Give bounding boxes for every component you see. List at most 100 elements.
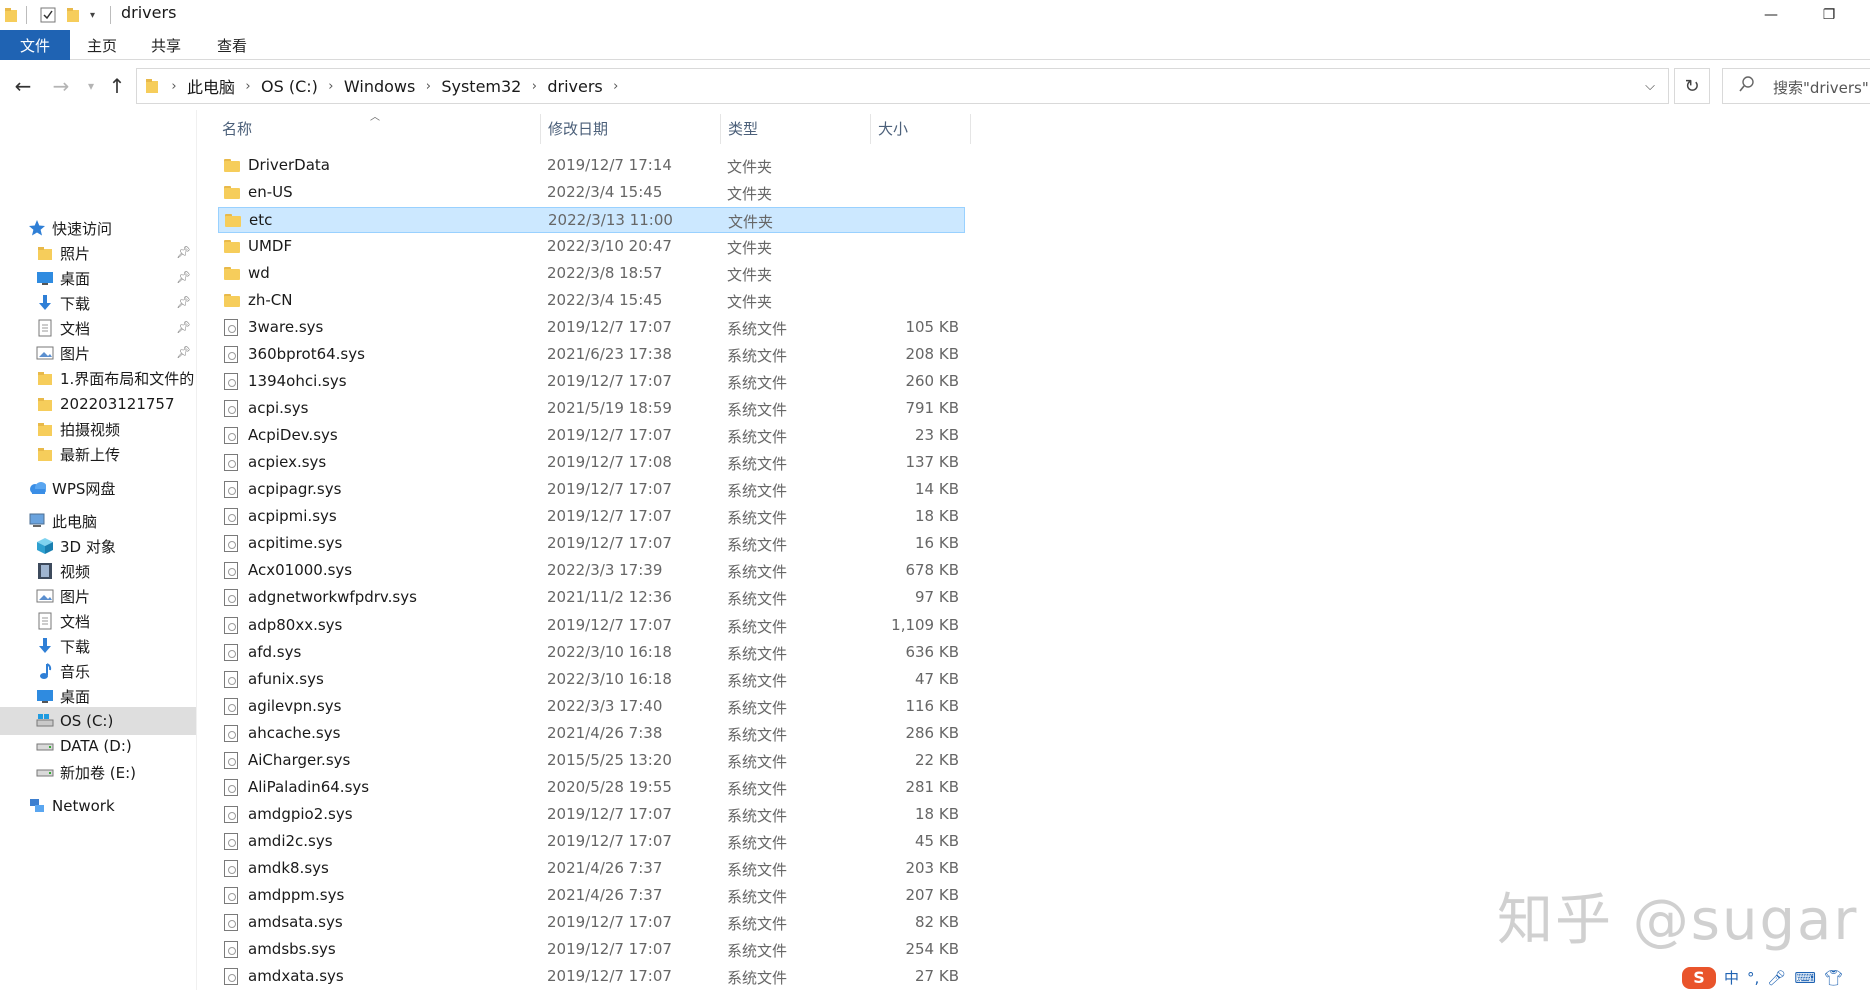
file-row[interactable]: amdppm.sys 2021/4/26 7:37 系统文件 207 KB: [218, 883, 965, 909]
file-row[interactable]: AcpiDev.sys 2019/12/7 17:07 系统文件 23 KB: [218, 423, 965, 449]
file-row[interactable]: en-US 2022/3/4 15:45 文件夹: [218, 180, 965, 206]
file-row[interactable]: acpiex.sys 2019/12/7 17:08 系统文件 137 KB: [218, 450, 965, 476]
file-row[interactable]: ahcache.sys 2021/4/26 7:38 系统文件 286 KB: [218, 721, 965, 747]
chevron-down-icon[interactable]: ⌵: [1632, 69, 1668, 103]
customize-toolbar-icon[interactable]: ▾: [90, 4, 95, 26]
file-row[interactable]: amdgpio2.sys 2019/12/7 17:07 系统文件 18 KB: [218, 802, 965, 828]
file-row[interactable]: acpipmi.sys 2019/12/7 17:07 系统文件 18 KB: [218, 504, 965, 530]
sidebar-item-20[interactable]: DATA (D:): [0, 732, 196, 760]
file-row[interactable]: afd.sys 2022/3/10 16:18 系统文件 636 KB: [218, 640, 965, 666]
sidebar-item-8[interactable]: 拍摄视频: [0, 415, 196, 443]
file-row[interactable]: amdi2c.sys 2019/12/7 17:07 系统文件 45 KB: [218, 829, 965, 855]
sidebar-item-18[interactable]: 桌面: [0, 682, 196, 710]
sidebar-item-3[interactable]: 下载 📌︎: [0, 289, 196, 317]
system-file-icon: [224, 698, 242, 716]
column-header-date[interactable]: 修改日期: [540, 110, 720, 146]
back-arrow-icon[interactable]: ←: [10, 73, 36, 99]
sidebar-item-11[interactable]: 此电脑: [0, 507, 196, 535]
up-arrow-icon[interactable]: ↑: [104, 73, 130, 99]
properties-icon[interactable]: [40, 4, 56, 26]
sidebar-item-6[interactable]: 1.界面布局和文件的: [0, 364, 196, 392]
sidebar-item-21[interactable]: 新加卷 (E:): [0, 758, 196, 786]
file-name: 360bprot64.sys: [248, 345, 365, 363]
sidebar-item-22[interactable]: Network: [0, 792, 196, 820]
file-row[interactable]: UMDF 2022/3/10 20:47 文件夹: [218, 234, 965, 260]
file-row[interactable]: Acx01000.sys 2022/3/3 17:39 系统文件 678 KB: [218, 558, 965, 584]
file-row[interactable]: amdxata.sys 2019/12/7 17:07 系统文件 27 KB: [218, 964, 965, 990]
column-header-name[interactable]: 名称: [214, 110, 540, 146]
file-row[interactable]: DriverData 2019/12/7 17:14 文件夹: [218, 153, 965, 179]
ime-mode[interactable]: 中: [1724, 967, 1739, 988]
refresh-icon[interactable]: ↻: [1674, 68, 1710, 104]
sidebar-item-12[interactable]: 3D 对象: [0, 532, 196, 560]
breadcrumb-system32[interactable]: System32: [441, 77, 521, 96]
microphone-icon[interactable]: 🎤︎: [1767, 969, 1786, 987]
file-row[interactable]: agilevpn.sys 2022/3/3 17:40 系统文件 116 KB: [218, 694, 965, 720]
file-date: 2021/4/26 7:37: [547, 886, 663, 904]
sidebar-item-7[interactable]: 202203121757: [0, 390, 196, 418]
sidebar-item-13[interactable]: 视频: [0, 557, 196, 585]
breadcrumb-windows[interactable]: Windows: [344, 77, 415, 96]
column-header-size[interactable]: 大小: [870, 110, 970, 146]
file-type: 系统文件: [727, 482, 788, 500]
file-row[interactable]: zh-CN 2022/3/4 15:45 文件夹: [218, 288, 965, 314]
file-row[interactable]: adgnetworkwfpdrv.sys 2021/11/2 12:36 系统文件 9…: [218, 585, 965, 611]
file-row[interactable]: 360bprot64.sys 2021/6/23 17:38 系统文件 208 KB: [218, 342, 965, 368]
recent-locations-icon[interactable]: ▾: [78, 73, 104, 99]
sidebar-item-9[interactable]: 最新上传: [0, 440, 196, 468]
file-row[interactable]: acpi.sys 2021/5/19 18:59 系统文件 791 KB: [218, 396, 965, 422]
file-row[interactable]: AliPaladin64.sys 2020/5/28 19:55 系统文件 281 K…: [218, 775, 965, 801]
file-row[interactable]: etc 2022/3/13 11:00 文件夹: [218, 207, 965, 233]
breadcrumb-this-pc[interactable]: 此电脑: [187, 74, 235, 98]
chevron-right-icon[interactable]: ›: [521, 79, 547, 94]
tab-file[interactable]: 文件: [0, 30, 70, 60]
file-row[interactable]: amdsata.sys 2019/12/7 17:07 系统文件 82 KB: [218, 910, 965, 936]
file-row[interactable]: AiCharger.sys 2015/5/25 13:20 系统文件 22 KB: [218, 748, 965, 774]
tab-home[interactable]: 主页: [76, 30, 128, 60]
restore-button[interactable]: ❐: [1800, 0, 1858, 30]
file-row[interactable]: acpipagr.sys 2019/12/7 17:07 系统文件 14 KB: [218, 477, 965, 503]
sidebar-item-1[interactable]: 照片 📌︎: [0, 239, 196, 267]
chevron-right-icon[interactable]: ›: [603, 79, 629, 94]
file-row[interactable]: 3ware.sys 2019/12/7 17:07 系统文件 105 KB: [218, 315, 965, 341]
sidebar-item-16[interactable]: 下载: [0, 632, 196, 660]
file-name: amdk8.sys: [248, 859, 329, 877]
sidebar-item-15[interactable]: 文档: [0, 607, 196, 635]
search-input[interactable]: 搜索"drivers": [1722, 68, 1870, 104]
sidebar-item-4[interactable]: 文档 📌︎: [0, 314, 196, 342]
system-file-icon: [224, 481, 242, 499]
sidebar-item-label: 图片: [60, 587, 91, 606]
chevron-right-icon[interactable]: ›: [318, 79, 344, 94]
sidebar-item-14[interactable]: 图片: [0, 582, 196, 610]
address-bar[interactable]: › 此电脑 › OS (C:) › Windows › System32 › d…: [136, 68, 1669, 104]
chevron-right-icon[interactable]: ›: [161, 79, 187, 94]
chevron-right-icon[interactable]: ›: [235, 79, 261, 94]
column-header-type[interactable]: 类型: [720, 110, 870, 146]
file-row[interactable]: amdk8.sys 2021/4/26 7:37 系统文件 203 KB: [218, 856, 965, 882]
sidebar-item-19[interactable]: OS (C:): [0, 707, 196, 735]
forward-arrow-icon[interactable]: →: [48, 73, 74, 99]
file-size: 47 KB: [915, 670, 959, 688]
keyboard-icon[interactable]: ⌨: [1794, 969, 1816, 987]
sidebar-item-17[interactable]: 音乐: [0, 657, 196, 685]
sidebar-item-5[interactable]: 图片 📌︎: [0, 339, 196, 367]
ime-logo-icon[interactable]: S: [1682, 966, 1716, 989]
tab-share[interactable]: 共享: [140, 30, 192, 60]
sidebar-item-10[interactable]: WPS网盘: [0, 474, 196, 502]
sidebar-item-0[interactable]: 快速访问: [0, 214, 196, 242]
chevron-right-icon[interactable]: ›: [415, 79, 441, 94]
file-row[interactable]: wd 2022/3/8 18:57 文件夹: [218, 261, 965, 287]
minimize-button[interactable]: —: [1742, 0, 1800, 30]
shirt-icon[interactable]: 👕︎: [1824, 969, 1843, 987]
sidebar-item-2[interactable]: 桌面 📌︎: [0, 264, 196, 292]
breadcrumb-os-c[interactable]: OS (C:): [261, 77, 318, 96]
file-row[interactable]: amdsbs.sys 2019/12/7 17:07 系统文件 254 KB: [218, 937, 965, 963]
file-row[interactable]: afunix.sys 2022/3/10 16:18 系统文件 47 KB: [218, 667, 965, 693]
file-row[interactable]: 1394ohci.sys 2019/12/7 17:07 系统文件 260 KB: [218, 369, 965, 395]
new-folder-icon[interactable]: [66, 4, 80, 26]
ime-punctuation[interactable]: °,: [1747, 969, 1759, 987]
tab-view[interactable]: 查看: [206, 30, 258, 60]
file-row[interactable]: acpitime.sys 2019/12/7 17:07 系统文件 16 KB: [218, 531, 965, 557]
breadcrumb-drivers[interactable]: drivers: [547, 77, 602, 96]
file-row[interactable]: adp80xx.sys 2019/12/7 17:07 系统文件 1,109 KB: [218, 613, 965, 639]
